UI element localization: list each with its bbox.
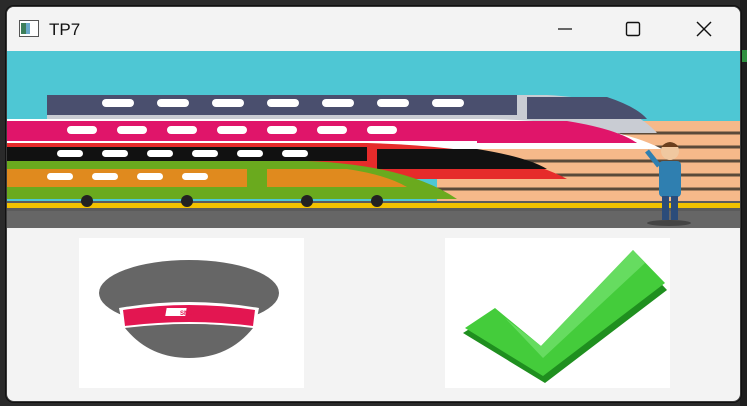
validate-button[interactable] (445, 238, 670, 388)
controller-button[interactable]: SNCF (79, 238, 304, 388)
app-window: TP7 SNCF (6, 6, 741, 402)
minimize-icon (558, 28, 572, 30)
controller-cap-icon: SNCF (99, 260, 279, 358)
sncf-logo: SNCF (180, 311, 197, 317)
background-window-edge (740, 0, 747, 406)
title-bar[interactable]: TP7 (7, 7, 740, 51)
train-station-banner (7, 51, 740, 228)
maximize-button[interactable] (610, 7, 656, 51)
background-accent (740, 50, 747, 62)
minimize-button[interactable] (542, 7, 588, 51)
maximize-icon (625, 21, 641, 37)
close-icon (696, 21, 712, 37)
close-button[interactable] (681, 7, 727, 51)
checkmark-icon (463, 250, 667, 383)
window-title: TP7 (49, 20, 81, 39)
app-window-icon (19, 20, 39, 37)
